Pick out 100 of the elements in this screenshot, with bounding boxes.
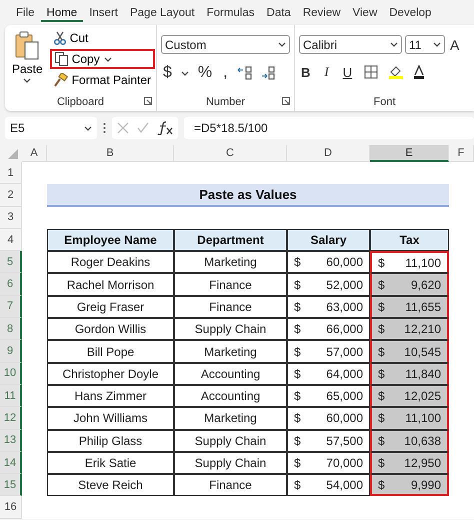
table-cell[interactable]: $ 11,840	[370, 362, 449, 385]
table-cell: Accounting	[174, 362, 287, 385]
table-cell[interactable]: $ 9,990	[370, 474, 449, 496]
currency-symbol: $	[378, 278, 385, 292]
currency-symbol: $	[378, 366, 385, 381]
row-header[interactable]: 8	[0, 318, 22, 340]
caret-icon[interactable]	[180, 70, 189, 76]
menu-tab[interactable]: Formulas	[200, 4, 261, 22]
row-header[interactable]: 4	[0, 228, 22, 252]
menu-tab[interactable]: Review	[296, 4, 347, 22]
menu-tab[interactable]: Page Layout	[124, 4, 201, 22]
column-header[interactable]: F	[449, 145, 474, 162]
format-painter-button[interactable]: Format Painter	[50, 71, 156, 89]
row-header[interactable]: 2	[0, 184, 22, 207]
font-size-dropdown[interactable]: 11	[405, 35, 445, 54]
currency-symbol: $	[294, 255, 301, 270]
row-header[interactable]: 6	[0, 273, 22, 296]
table-cell[interactable]: $ 11,100	[370, 251, 449, 274]
decrease-decimal-icon[interactable]	[260, 66, 276, 80]
menu-tab[interactable]: File	[10, 4, 41, 22]
currency-symbol: $	[294, 366, 301, 381]
table-cell[interactable]: $ 12,210	[370, 318, 449, 340]
italic-button[interactable]: I	[322, 64, 331, 80]
table-cell: Bill Pope	[47, 340, 174, 363]
currency-symbol: $	[378, 456, 385, 470]
table-cell[interactable]: $ 11,655	[370, 296, 449, 318]
dialog-launcher-icon[interactable]	[144, 97, 152, 105]
column-heading: Salary	[287, 228, 370, 252]
dialog-launcher-icon[interactable]	[282, 97, 290, 105]
currency-symbol: $	[378, 478, 385, 492]
row-header[interactable]: 16	[0, 496, 22, 519]
currency-symbol: $	[378, 344, 385, 359]
row-header[interactable]: 12	[0, 407, 22, 430]
bold-button[interactable]: B	[299, 64, 312, 80]
underline-button[interactable]: U	[340, 64, 354, 80]
comma-style-button[interactable]: ,	[221, 64, 230, 82]
menu-tab[interactable]: Data	[260, 4, 297, 22]
row-header[interactable]: 1	[0, 162, 22, 184]
table-cell[interactable]: $ 10,638	[370, 430, 449, 452]
scissors-icon	[54, 31, 66, 45]
formula-field[interactable]: =D5*18.5/100	[184, 117, 474, 139]
menu-tab[interactable]: Home	[40, 4, 84, 22]
column-header[interactable]: A	[22, 145, 47, 162]
caret-icon	[390, 41, 398, 48]
increase-decimal-icon[interactable]	[236, 66, 253, 80]
cell-value: 64,000	[326, 366, 363, 381]
increase-font-size-button[interactable]: A	[448, 36, 462, 52]
table-cell: Finance	[174, 474, 287, 496]
caret-icon	[433, 41, 441, 48]
row-header[interactable]: 7	[0, 296, 22, 318]
cell-value: 63,000	[326, 300, 363, 314]
column-heading: Tax	[370, 228, 449, 252]
currency-symbol: $	[378, 434, 385, 448]
paste-button[interactable]: Paste	[9, 29, 46, 94]
row-header[interactable]: 9	[0, 340, 22, 363]
column-header[interactable]: D	[287, 145, 370, 162]
number-format-dropdown[interactable]: Custom	[161, 35, 290, 54]
currency-symbol: $	[294, 478, 301, 492]
table-cell[interactable]: $ 12,950	[370, 452, 449, 474]
font-color-icon[interactable]	[414, 65, 424, 79]
table-cell: John Williams	[47, 407, 174, 430]
table-cell: Marketing	[174, 340, 287, 363]
name-box[interactable]: E5	[5, 117, 97, 139]
column-header[interactable]: E	[370, 145, 449, 162]
cell-value: 10,545	[404, 344, 441, 359]
cut-button[interactable]: Cut	[50, 29, 156, 47]
menu-tab[interactable]: Develop	[383, 4, 438, 22]
table-cell: Roger Deakins	[47, 251, 174, 274]
currency-symbol: $	[378, 322, 385, 336]
currency-symbol: $	[294, 456, 301, 470]
row-header[interactable]: 14	[0, 452, 22, 474]
row-header[interactable]: 5	[0, 251, 22, 274]
copy-button[interactable]: Copy	[50, 49, 156, 69]
column-heading: Employee Name	[47, 228, 174, 252]
cell-value: 9,620	[410, 278, 441, 292]
table-cell[interactable]: $ 11,100	[370, 407, 449, 430]
table-cell: Marketing	[174, 407, 287, 430]
row-header[interactable]: 3	[0, 206, 22, 229]
caret-icon	[23, 77, 32, 84]
row-header[interactable]: 13	[0, 430, 22, 452]
menu-tab[interactable]: Insert	[83, 4, 124, 22]
sheet-title: Paste as Values	[47, 184, 449, 207]
column-header[interactable]: C	[174, 145, 287, 162]
caret-icon	[104, 56, 112, 62]
row-header[interactable]: 11	[0, 384, 22, 408]
currency-button[interactable]: $	[161, 64, 174, 82]
font-name-dropdown[interactable]: Calibri	[299, 35, 402, 54]
menu-tab[interactable]: View	[346, 4, 384, 22]
function-icon[interactable]	[157, 121, 173, 135]
column-header[interactable]: B	[47, 145, 174, 162]
cell-value: 11,100	[405, 256, 441, 270]
table-cell: Marketing	[174, 251, 287, 274]
percent-button[interactable]: %	[196, 64, 214, 82]
table-cell[interactable]: $ 9,620	[370, 273, 449, 296]
borders-icon[interactable]	[364, 65, 378, 79]
fill-color-icon[interactable]	[388, 65, 404, 79]
row-header[interactable]: 15	[0, 474, 22, 496]
table-cell[interactable]: $ 12,025	[370, 384, 449, 408]
table-cell[interactable]: $ 10,545	[370, 340, 449, 363]
row-header[interactable]: 10	[0, 362, 22, 385]
